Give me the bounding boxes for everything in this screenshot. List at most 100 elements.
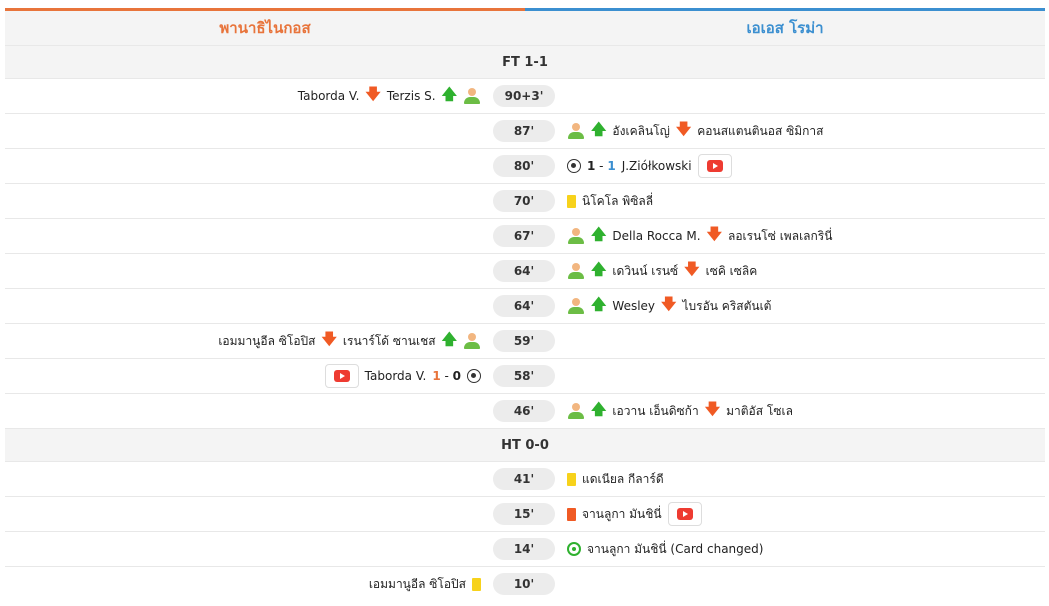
score-away: 0: [452, 369, 461, 383]
substitution-icon: [567, 298, 585, 314]
play-icon: [706, 160, 723, 172]
video-highlight-button[interactable]: [667, 502, 702, 526]
booked-player[interactable]: นิโคโล พิซิลลี่: [582, 192, 653, 211]
event-minute: 70': [493, 190, 555, 212]
first-half-events: 41' แดเนียล กีลาร์ดี 15' จานลูกา มันชินี่ 14…: [5, 461, 1045, 601]
sub-out-player[interactable]: เซคิ เซลิค: [706, 262, 758, 281]
sub-in-player[interactable]: เรนาร์โด้ ซานเชส: [343, 332, 436, 351]
booked-player[interactable]: เอมมานูอีล ซิโอปิส: [369, 575, 466, 594]
booked-player[interactable]: จานลูกา มันชินี่: [582, 505, 662, 524]
event-minute: 59': [493, 330, 555, 352]
substitution-icon: [567, 123, 585, 139]
home-team-name[interactable]: พานาธิไนกอส: [5, 16, 525, 40]
home-event-detail: เอมมานูอีล ซิโอปิส 🡇 เรนาร์โด้ ซานเชส 🡅: [218, 324, 481, 358]
sub-in-player[interactable]: เดวินน์ เรนซ์: [612, 262, 678, 281]
substitution-icon: [463, 333, 481, 349]
away-event-detail: นิโคโล พิซิลลี่: [567, 184, 653, 218]
event-row: 67' 🡅 Della Rocca M. 🡇 ลอเรนโซ่ เพลเลกรินี่: [5, 218, 1045, 253]
score-dash: -: [440, 369, 453, 383]
event-row: 59' เอมมานูอีล ซิโอปิส 🡇 เรนาร์โด้ ซานเชส 🡅: [5, 323, 1045, 358]
play-icon: [333, 370, 350, 382]
away-event-detail: จานลูกา มันชินี่: [567, 497, 702, 531]
score-home: 1: [432, 369, 441, 383]
score-away: 1: [607, 159, 616, 173]
goal-scorer[interactable]: Taborda V.: [365, 369, 427, 383]
yellow-card-icon: [567, 194, 576, 208]
event-row: 15' จานลูกา มันชินี่: [5, 496, 1045, 531]
sub-in-arrow-icon: 🡅: [591, 119, 607, 138]
sub-in-arrow-icon: 🡅: [591, 294, 607, 313]
sub-in-arrow-icon: 🡅: [591, 224, 607, 243]
yellow-card-icon: [567, 472, 576, 486]
half-time-score: HT 0-0: [5, 428, 1045, 461]
substitution-icon: [567, 263, 585, 279]
video-highlight-button[interactable]: [324, 364, 359, 388]
sub-in-player[interactable]: Della Rocca M.: [612, 229, 700, 243]
sub-in-player[interactable]: อังเคลินโญ่: [612, 122, 669, 141]
away-event-detail: 🡅 Della Rocca M. 🡇 ลอเรนโซ่ เพลเลกรินี่: [567, 219, 832, 253]
away-event-detail: 🡅 อังเคลินโญ่ 🡇 คอนสแตนตินอส ซิมิกาส: [567, 114, 823, 148]
away-team-name[interactable]: เอเอส โรม่า: [525, 16, 1045, 40]
away-event-detail: 1 - 1 J.Ziółkowski: [567, 149, 732, 183]
event-row: 64' 🡅 Wesley 🡇 ไบรอัน คริสตันเต้: [5, 288, 1045, 323]
away-event-detail: 🡅 เอวาน เอ็นดิซก้า 🡇 มาติอัส โซเล: [567, 394, 793, 428]
red-card-icon: [567, 507, 576, 521]
sub-out-arrow-icon: 🡇: [365, 84, 381, 103]
home-event-detail: เอมมานูอีล ซิโอปิส: [369, 567, 481, 601]
sub-in-player[interactable]: เอวาน เอ็นดิซก้า: [612, 402, 698, 421]
event-row: 46' 🡅 เอวาน เอ็นดิซก้า 🡇 มาติอัส โซเล: [5, 393, 1045, 428]
sub-out-arrow-icon: 🡇: [706, 224, 722, 243]
sub-in-player[interactable]: Wesley: [612, 299, 655, 313]
event-minute: 10': [493, 573, 555, 595]
event-minute: 14': [493, 538, 555, 560]
event-row: 64' 🡅 เดวินน์ เรนซ์ 🡇 เซคิ เซลิค: [5, 253, 1045, 288]
away-event-detail: 🡅 Wesley 🡇 ไบรอัน คริสตันเต้: [567, 289, 771, 323]
sub-out-arrow-icon: 🡇: [675, 119, 692, 138]
sub-out-arrow-icon: 🡇: [704, 399, 721, 418]
substitution-icon: [463, 88, 481, 104]
home-event-detail: Taborda V. 1 - 0: [324, 359, 481, 393]
sub-out-player[interactable]: มาติอัส โซเล: [726, 402, 793, 421]
full-time-score: FT 1-1: [5, 45, 1045, 78]
sub-out-arrow-icon: 🡇: [321, 329, 337, 348]
sub-in-arrow-icon: 🡅: [441, 329, 457, 348]
var-player[interactable]: จานลูกา มันชินี่ (Card changed): [587, 540, 763, 559]
sub-in-arrow-icon: 🡅: [591, 399, 607, 418]
match-events: พานาธิไนกอส เอเอส โรม่า FT 1-1 90+3' Tabo…: [5, 8, 1045, 601]
substitution-icon: [567, 228, 585, 244]
event-minute: 41': [493, 468, 555, 490]
event-minute: 64': [493, 295, 555, 317]
score-dash: -: [595, 159, 608, 173]
event-row: 41' แดเนียล กีลาร์ดี: [5, 461, 1045, 496]
second-half-events: 90+3' Taborda V. 🡇 Terzis S. 🡅 87' 🡅 อังเคลินโญ…: [5, 78, 1045, 428]
event-minute: 15': [493, 503, 555, 525]
event-row: 80' 1 - 1 J.Ziółkowski: [5, 148, 1045, 183]
var-review-icon: [567, 542, 581, 556]
sub-in-player[interactable]: Terzis S.: [387, 89, 436, 103]
home-event-detail: Taborda V. 🡇 Terzis S. 🡅: [298, 79, 481, 113]
team-color-bar: [5, 8, 1045, 11]
play-icon: [676, 508, 693, 520]
sub-out-player[interactable]: ไบรอัน คริสตันเต้: [682, 297, 771, 316]
sub-out-player[interactable]: ลอเรนโซ่ เพลเลกรินี่: [728, 227, 832, 246]
teams-header: พานาธิไนกอส เอเอส โรม่า: [5, 11, 1045, 45]
sub-out-arrow-icon: 🡇: [661, 294, 677, 313]
event-minute: 46': [493, 400, 555, 422]
sub-out-player[interactable]: คอนสแตนตินอส ซิมิกาส: [697, 122, 823, 141]
sub-out-player[interactable]: Taborda V.: [298, 89, 360, 103]
event-row: 70' นิโคโล พิซิลลี่: [5, 183, 1045, 218]
goal-score: 1 - 0: [432, 369, 461, 383]
sub-in-arrow-icon: 🡅: [591, 259, 607, 278]
goal-ball-icon: [467, 369, 481, 383]
sub-out-player[interactable]: เอมมานูอีล ซิโอปิส: [218, 332, 315, 351]
goal-scorer[interactable]: J.Ziółkowski: [622, 159, 692, 173]
booked-player[interactable]: แดเนียล กีลาร์ดี: [582, 470, 664, 489]
event-row: 87' 🡅 อังเคลินโญ่ 🡇 คอนสแตนตินอส ซิมิกาส: [5, 113, 1045, 148]
goal-ball-icon: [567, 159, 581, 173]
video-highlight-button[interactable]: [697, 154, 732, 178]
event-minute: 80': [493, 155, 555, 177]
away-event-detail: แดเนียล กีลาร์ดี: [567, 462, 664, 496]
away-event-detail: จานลูกา มันชินี่ (Card changed): [567, 532, 763, 566]
event-row: 90+3' Taborda V. 🡇 Terzis S. 🡅: [5, 78, 1045, 113]
event-minute: 67': [493, 225, 555, 247]
